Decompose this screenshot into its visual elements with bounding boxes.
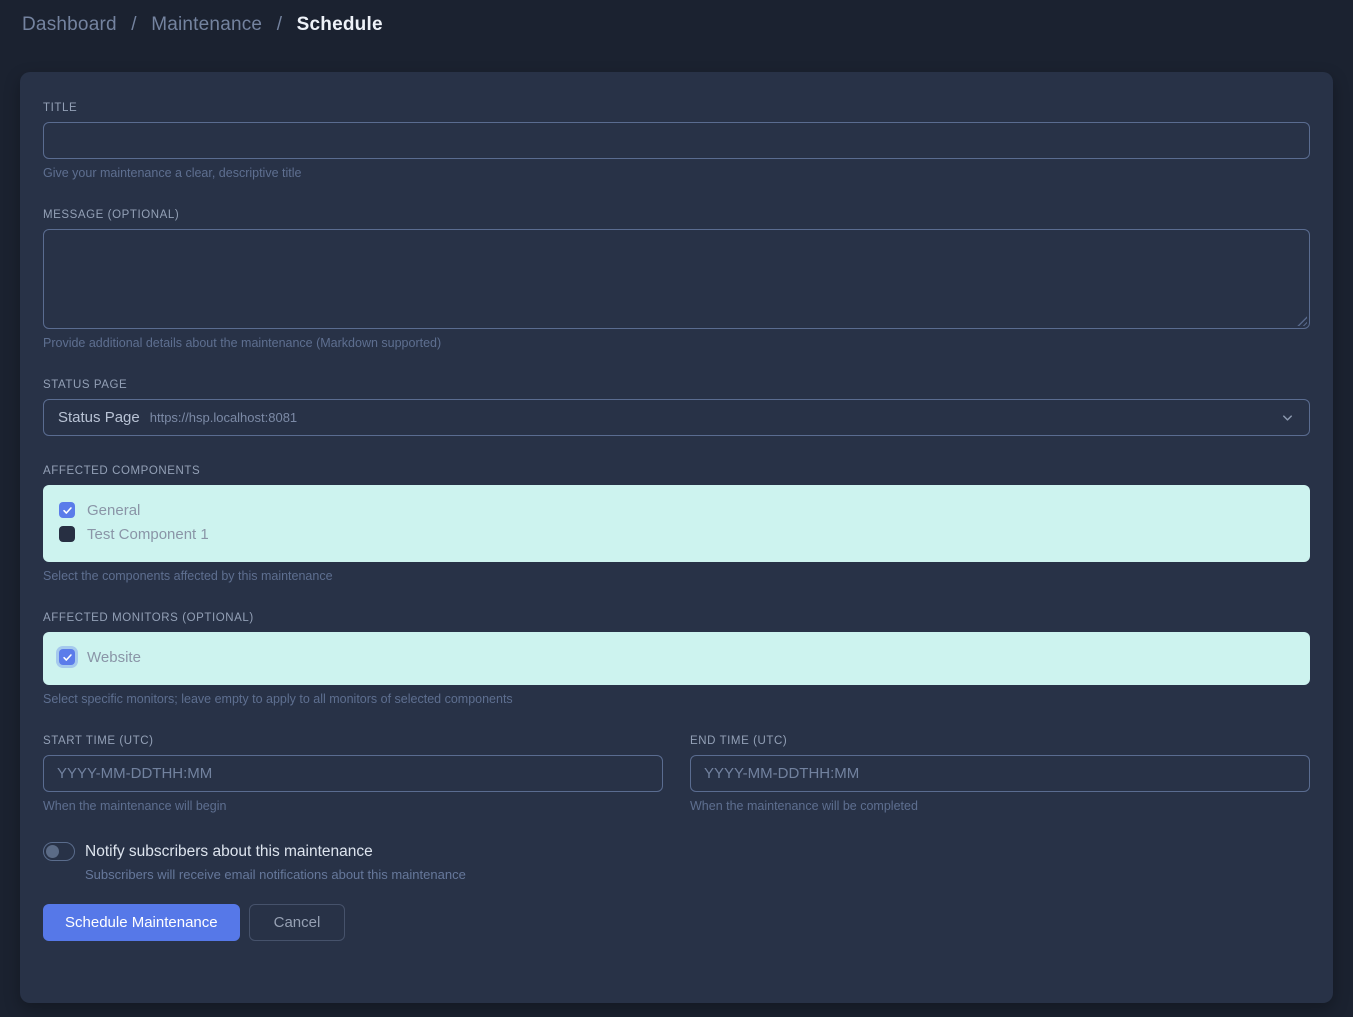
- title-label: TITLE: [43, 102, 1310, 114]
- schedule-maintenance-button[interactable]: Schedule Maintenance: [43, 904, 240, 941]
- breadcrumb-dashboard[interactable]: Dashboard: [22, 14, 117, 35]
- title-input[interactable]: [43, 122, 1310, 159]
- checkbox-checked-icon[interactable]: [59, 502, 75, 518]
- affected-monitors-label: AFFECTED MONITORS (OPTIONAL): [43, 612, 1310, 624]
- top-bar: Dashboard / Maintenance / Schedule: [0, 0, 1353, 50]
- affected-monitors-panel: Website: [43, 632, 1310, 685]
- chevron-down-icon: [1280, 410, 1295, 425]
- breadcrumb-separator: /: [131, 14, 136, 35]
- affected-monitors-help-text: Select specific monitors; leave empty to…: [43, 692, 1310, 706]
- status-page-selected-name: Status Page: [58, 409, 140, 426]
- message-label: MESSAGE (OPTIONAL): [43, 209, 1310, 221]
- checkbox-unchecked-icon[interactable]: [59, 526, 75, 542]
- form-actions: Schedule Maintenance Cancel: [43, 904, 1310, 941]
- monitor-option-label: Website: [87, 649, 141, 666]
- end-time-field-group: END TIME (UTC) When the maintenance will…: [690, 735, 1310, 813]
- component-option-test-component-1[interactable]: Test Component 1: [59, 522, 1294, 546]
- message-field-group: MESSAGE (OPTIONAL) Provide additional de…: [43, 209, 1310, 350]
- breadcrumb-separator: /: [277, 14, 282, 35]
- component-option-label: Test Component 1: [87, 526, 209, 543]
- notify-subscribers-toggle[interactable]: [43, 842, 75, 861]
- status-page-selected-url: https://hsp.localhost:8081: [150, 410, 297, 425]
- breadcrumb-current-schedule: Schedule: [297, 14, 383, 35]
- end-time-label: END TIME (UTC): [690, 735, 1310, 747]
- message-textarea[interactable]: [43, 229, 1310, 329]
- component-option-label: General: [87, 502, 140, 519]
- component-option-general[interactable]: General: [59, 498, 1294, 522]
- status-page-field-group: STATUS PAGE Status Page https://hsp.loca…: [43, 379, 1310, 436]
- start-time-input[interactable]: [43, 755, 663, 792]
- affected-components-help-text: Select the components affected by this m…: [43, 569, 1310, 583]
- title-help-text: Give your maintenance a clear, descripti…: [43, 166, 1310, 180]
- affected-components-field-group: AFFECTED COMPONENTS General Test Compone…: [43, 465, 1310, 583]
- start-time-field-group: START TIME (UTC) When the maintenance wi…: [43, 735, 663, 813]
- monitor-option-website[interactable]: Website: [59, 645, 1294, 669]
- affected-components-panel: General Test Component 1: [43, 485, 1310, 562]
- end-time-help-text: When the maintenance will be completed: [690, 799, 1310, 813]
- status-page-select[interactable]: Status Page https://hsp.localhost:8081: [43, 399, 1310, 436]
- end-time-input[interactable]: [690, 755, 1310, 792]
- checkbox-checked-icon[interactable]: [59, 649, 75, 665]
- notify-subscribers-help-text: Subscribers will receive email notificat…: [85, 867, 1310, 882]
- start-time-label: START TIME (UTC): [43, 735, 663, 747]
- breadcrumb: Dashboard / Maintenance / Schedule: [22, 14, 383, 36]
- title-field-group: TITLE Give your maintenance a clear, des…: [43, 102, 1310, 180]
- breadcrumb-maintenance[interactable]: Maintenance: [151, 14, 262, 35]
- notify-subscribers-label: Notify subscribers about this maintenanc…: [85, 843, 373, 861]
- message-help-text: Provide additional details about the mai…: [43, 336, 1310, 350]
- status-page-label: STATUS PAGE: [43, 379, 1310, 391]
- cancel-button[interactable]: Cancel: [249, 904, 346, 941]
- notify-subscribers-group: Notify subscribers about this maintenanc…: [43, 842, 1310, 882]
- affected-components-label: AFFECTED COMPONENTS: [43, 465, 1310, 477]
- affected-monitors-field-group: AFFECTED MONITORS (OPTIONAL) Website Sel…: [43, 612, 1310, 706]
- start-time-help-text: When the maintenance will begin: [43, 799, 663, 813]
- time-fields-row: START TIME (UTC) When the maintenance wi…: [43, 735, 1310, 813]
- toggle-knob: [46, 845, 59, 858]
- schedule-maintenance-form-card: TITLE Give your maintenance a clear, des…: [20, 72, 1333, 1003]
